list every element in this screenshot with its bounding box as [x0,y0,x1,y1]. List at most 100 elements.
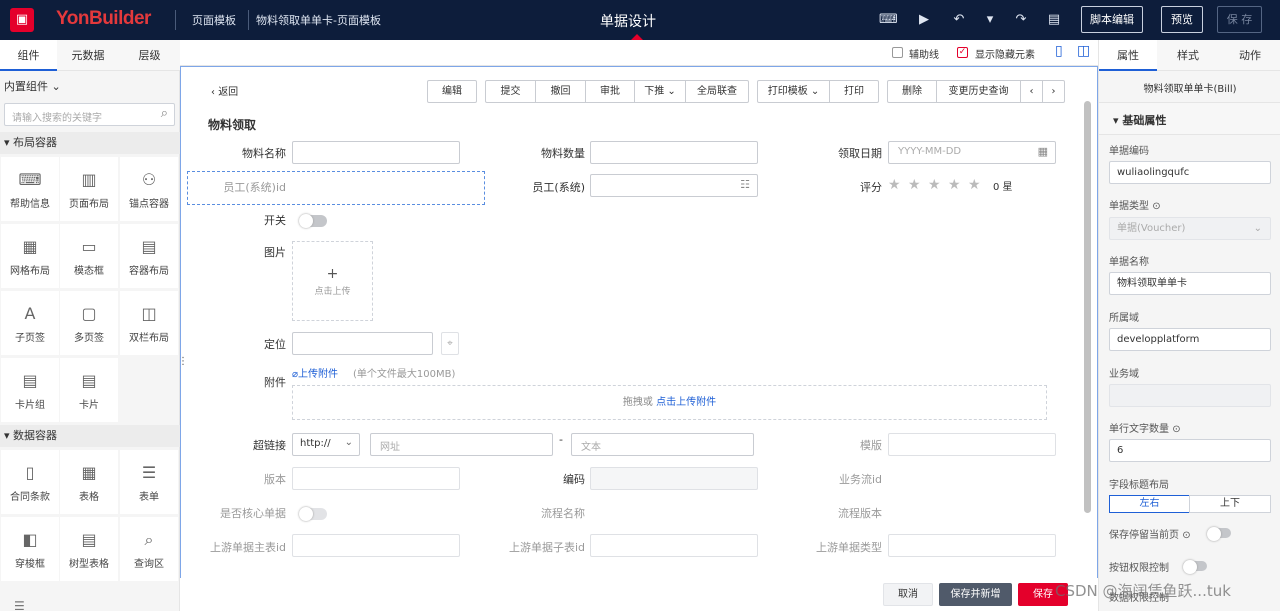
component-table[interactable]: ▦ 表格 [60,450,118,514]
script-edit-button[interactable]: 脚本编辑 [1081,6,1143,33]
text-input[interactable]: 文本 [571,433,754,456]
aux-line-checkbox[interactable] [892,47,903,58]
component-two-column[interactable]: ◫ 双栏布局 [120,291,178,355]
url-input[interactable]: 网址 [370,433,553,456]
withdraw-button[interactable]: 撤回 [535,80,586,103]
tab-metadata[interactable]: 元数据 [57,40,119,71]
component-card-group[interactable]: ▤ 卡片组 [1,358,59,422]
play-icon[interactable]: ▶ [915,11,933,29]
component-form[interactable]: ☰ 表单 [120,450,178,514]
employee-input[interactable]: ☷ [590,174,758,197]
save-top-button[interactable]: 保 存 [1217,6,1262,33]
tab-components[interactable]: 组件 [0,40,57,71]
rating-stars[interactable]: ★ ★ ★ ★ ★ 0 星 [888,177,1068,195]
drag-upload-link[interactable]: 点击上传附件 [656,397,716,408]
edit-button[interactable]: 编辑 [427,80,477,103]
component-search[interactable]: 请输入搜索的关键字 ⌕ [4,103,175,126]
bill-name-input[interactable]: 物料领取单单卡 [1109,272,1271,295]
perm-toggle[interactable] [1183,560,1207,574]
up-type-input[interactable] [888,534,1056,557]
back-link[interactable]: ‹ 返回 [211,83,238,98]
chevron-down-icon[interactable]: ▾ [981,11,999,29]
resize-handle-icon[interactable]: ⋮ [178,356,188,367]
layout-left-right-option[interactable]: 左右 [1109,495,1190,513]
component-page-layout[interactable]: ▥ 页面布局 [60,157,118,221]
location-input[interactable] [292,332,433,355]
push-down-button[interactable]: 下推 ⌄ [634,80,686,103]
biz-domain-input[interactable] [1109,384,1271,407]
component-card[interactable]: ▤ 卡片 [60,358,118,422]
component-help-info[interactable]: ⌨ 帮助信息 [1,157,59,221]
breadcrumb-page-template[interactable]: 页面模板 [192,12,236,28]
approve-button[interactable]: 审批 [585,80,635,103]
document-icon[interactable]: ▤ [1045,11,1063,29]
submit-button[interactable]: 提交 [485,80,536,103]
calendar-icon[interactable]: ▦ [1038,145,1048,158]
code-input[interactable] [590,467,758,490]
template-input[interactable] [888,433,1056,456]
component-modal[interactable]: ▭ 模态框 [60,224,118,288]
layout-top-bottom-option[interactable]: 上下 [1189,495,1271,513]
breadcrumb-current[interactable]: 物料领取单单卡-页面模板 [256,12,381,28]
print-button[interactable]: 打印 [829,80,879,103]
protocol-select[interactable]: http:// ⌄ [292,433,360,456]
switch-toggle[interactable] [299,214,327,228]
component-anchor-container[interactable]: ⚇ 锚点容器 [120,157,178,221]
upload-attachment-link[interactable]: ⌀上传附件 [292,365,338,380]
image-upload-box[interactable]: + 点击上传 [292,241,373,321]
more-component-icon[interactable]: ☰ [14,599,25,611]
component-subtab[interactable]: A 子页签 [1,291,59,355]
tab-properties[interactable]: 属性 [1099,40,1157,71]
group-layout-container[interactable]: ▾ 布局容器 [0,132,180,154]
bill-code-input[interactable]: wuliaolingqufc [1109,161,1271,184]
prev-record-button[interactable]: ‹ [1020,80,1043,103]
basic-props-header[interactable]: ▾ 基础属性 [1099,102,1280,135]
print-template-button[interactable]: 打印模板 ⌄ [757,80,830,103]
location-pin-icon[interactable]: ⌖ [441,332,459,355]
star-icon[interactable]: ★ [928,177,941,193]
material-name-input[interactable] [292,141,460,164]
attachment-drop-zone[interactable]: 拖拽或 点击上传附件 [292,385,1047,420]
component-query-area[interactable]: ⌕ 查询区 [120,517,178,581]
show-hidden-checkbox[interactable]: ✓ [957,47,968,58]
stay-page-toggle[interactable] [1207,527,1231,541]
list-icon[interactable]: ☷ [740,178,750,191]
is-core-toggle[interactable] [299,507,327,521]
text-count-input[interactable]: 6 [1109,439,1271,462]
up-main-id-input[interactable] [292,534,460,557]
component-transfer[interactable]: ◧ 穿梭框 [1,517,59,581]
star-icon[interactable]: ★ [968,177,981,193]
component-multi-tab[interactable]: ▢ 多页签 [60,291,118,355]
component-grid-layout[interactable]: ▦ 网格布局 [1,224,59,288]
builtin-components-select[interactable]: 内置组件 ⌄ [4,78,61,94]
tab-hierarchy[interactable]: 层级 [119,40,180,71]
component-tree-table[interactable]: ▤ 树型表格 [60,517,118,581]
preview-button[interactable]: 预览 [1161,6,1203,33]
canvas-scrollbar[interactable] [1084,101,1091,513]
domain-input[interactable]: developplatform [1109,328,1271,351]
component-contract[interactable]: ▯ 合同条款 [1,450,59,514]
layout-single-icon[interactable]: ▯ [1055,43,1063,59]
next-record-button[interactable]: › [1042,80,1065,103]
save-and-new-button[interactable]: 保存并新增 [939,583,1012,606]
material-qty-input[interactable] [590,141,758,164]
star-icon[interactable]: ★ [908,177,921,193]
star-icon[interactable]: ★ [888,177,901,193]
redo-icon[interactable]: ↷ [1012,11,1030,29]
delete-button[interactable]: 删除 [887,80,937,103]
cancel-button[interactable]: 取消 [883,583,933,606]
component-container-layout[interactable]: ▤ 容器布局 [120,224,178,288]
group-data-container[interactable]: ▾ 数据容器 [0,425,180,447]
up-sub-id-input[interactable] [590,534,758,557]
tab-style[interactable]: 样式 [1157,40,1219,71]
tab-actions[interactable]: 动作 [1219,40,1280,71]
undo-icon[interactable]: ↶ [950,11,968,29]
bill-type-select[interactable]: 单据(Voucher) ⌄ [1109,217,1271,240]
receive-date-input[interactable]: YYYY-MM-DD ▦ [888,141,1056,164]
star-icon[interactable]: ★ [948,177,961,193]
layout-split-icon[interactable]: ◫ [1077,43,1090,59]
change-history-button[interactable]: 变更历史查询 [936,80,1021,103]
version-input[interactable] [292,467,460,490]
global-query-button[interactable]: 全局联查 [685,80,749,103]
keyboard-icon[interactable]: ⌨ [879,11,898,29]
